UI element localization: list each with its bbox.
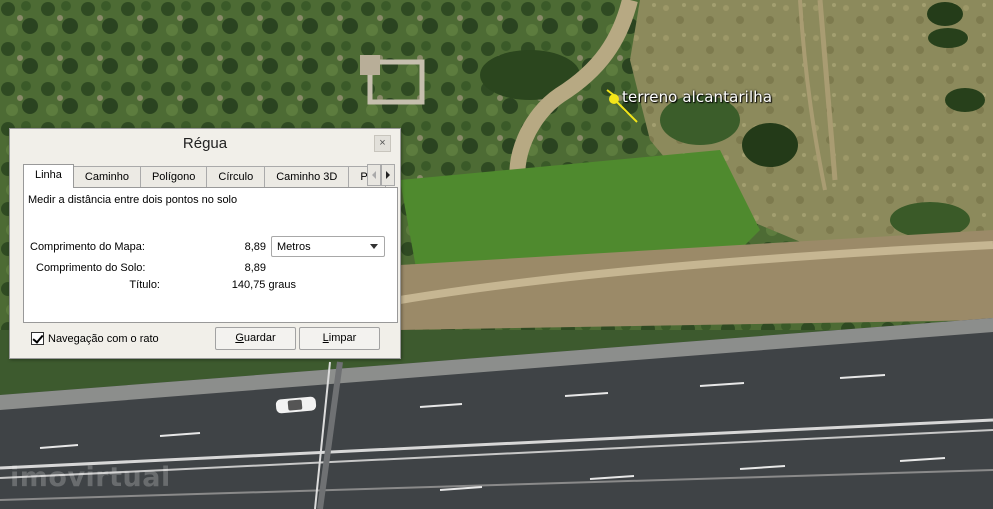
tab-scroll-left-button[interactable] [367, 164, 381, 186]
unit-select-value: Metros [277, 241, 311, 253]
measure-description: Medir a distância entre dois pontos no s… [28, 194, 238, 206]
watermark: imovirtual [10, 462, 171, 493]
placemark-label[interactable]: terreno alcantarilha [622, 88, 772, 106]
map-length-value: 8,89 [244, 241, 266, 253]
clear-button-label: impar [328, 332, 357, 344]
chevron-down-icon [370, 244, 378, 249]
chevron-left-icon [372, 171, 376, 179]
dialog-title: Régua [182, 135, 228, 152]
close-icon: × [379, 137, 386, 149]
ruler-dialog: Régua × Linha Caminho Polígono Círculo C… [9, 128, 401, 359]
tab-3d-path[interactable]: Caminho 3D [264, 166, 350, 188]
mouse-navigation-label: Navegação com o rato [48, 332, 159, 345]
ground-length-value: 8,89 [244, 262, 266, 274]
tab-polygon[interactable]: Polígono [139, 166, 208, 188]
save-button[interactable]: Guardar [215, 327, 296, 350]
tab-panel-line: Medir a distância entre dois pontos no s… [23, 187, 398, 323]
tab-scroll-right-button[interactable] [381, 164, 395, 186]
tab-line[interactable]: Linha [23, 164, 74, 188]
clear-button[interactable]: Limpar [299, 327, 380, 350]
heading-label: Título: [129, 279, 160, 291]
unit-select[interactable]: Metros [271, 236, 385, 257]
save-button-label: uardar [243, 332, 276, 344]
map-length-label: Comprimento do Mapa: [30, 241, 145, 253]
dialog-titlebar[interactable]: Régua × [10, 129, 400, 157]
ground-length-label: Comprimento do Solo: [36, 262, 146, 274]
chevron-right-icon [386, 171, 390, 179]
mouse-navigation-toggle[interactable]: Navegação com o rato [31, 332, 159, 345]
measurement-tabs: Linha Caminho Polígono Círculo Caminho 3… [23, 164, 398, 188]
mouse-navigation-checkbox[interactable] [31, 332, 44, 345]
save-button-accel: G [235, 332, 244, 344]
heading-value: 140,75 graus [231, 279, 296, 291]
tab-path[interactable]: Caminho [72, 166, 141, 188]
close-button[interactable]: × [374, 135, 391, 152]
tab-circle[interactable]: Círculo [206, 166, 266, 188]
